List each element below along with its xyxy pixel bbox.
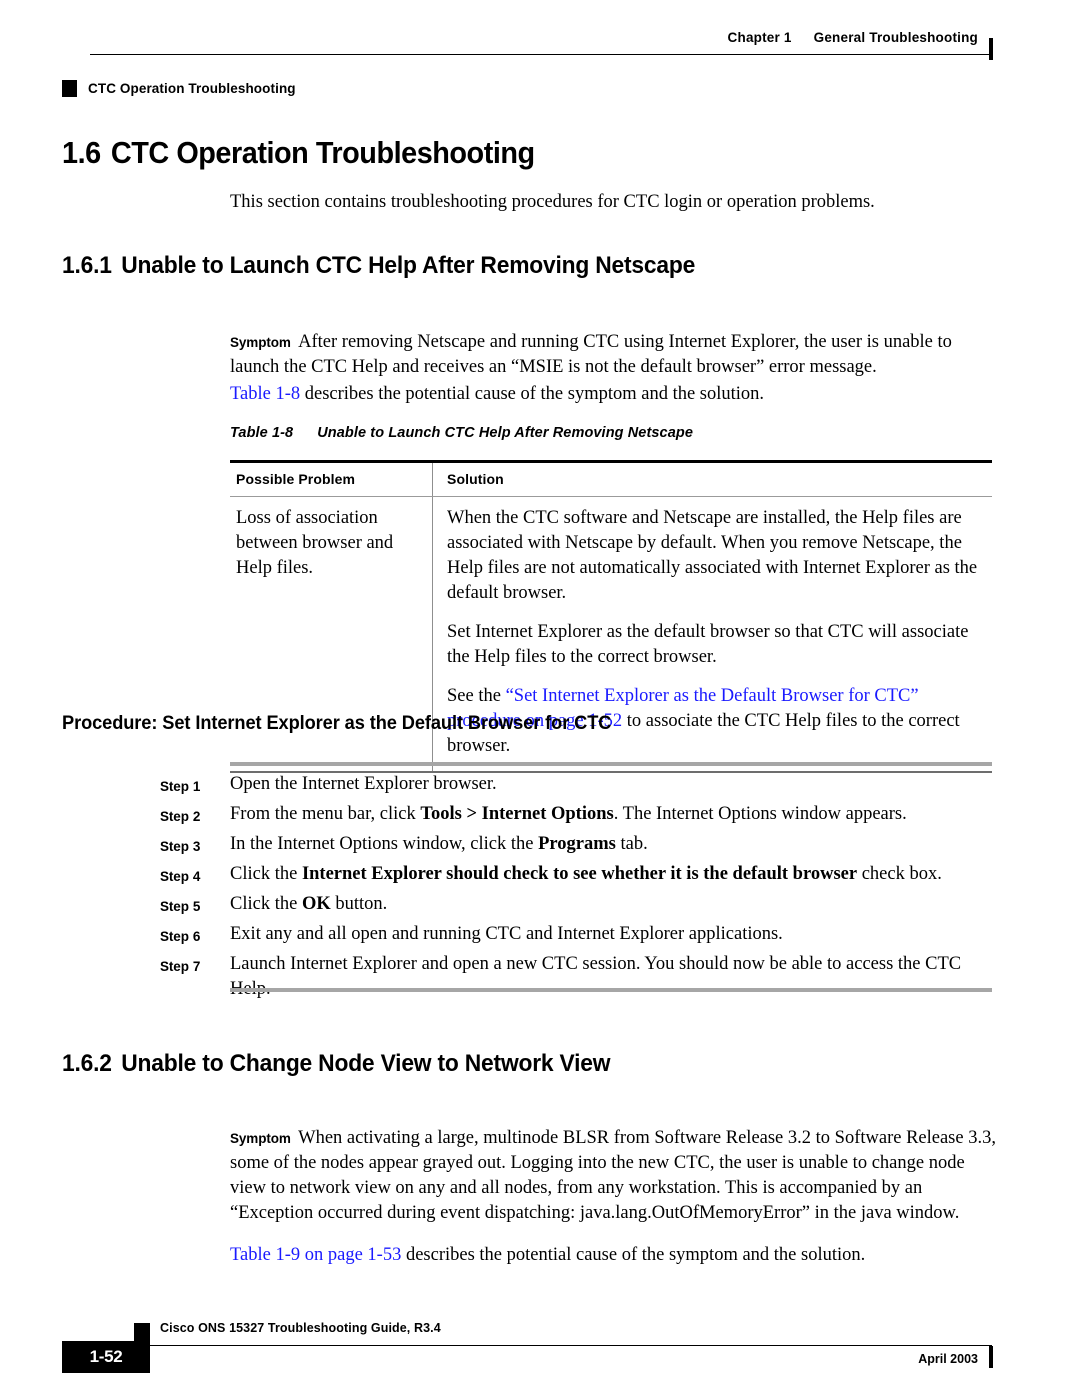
step-label-word: Step [160, 779, 189, 794]
step-2-number: 2 [192, 809, 201, 824]
section-title: CTC Operation Troubleshooting [110, 135, 535, 170]
step-5-text: Click the OK button. [230, 892, 1000, 917]
subsection-title: Unable to Launch CTC Help After Removing… [121, 252, 696, 279]
footer-page-number: 1-52 [89, 1347, 123, 1366]
section-number: 1.6 [62, 135, 101, 170]
subsection-title: Unable to Change Node View to Network Vi… [121, 1050, 611, 1077]
solution-paragraph-1: When the CTC software and Netscape are i… [447, 508, 978, 603]
step-5-label: Step 5 [160, 894, 224, 919]
table-header-row: Possible Problem Solution [230, 460, 992, 497]
step-4-part-2: Internet Explorer should check to see wh… [301, 864, 858, 884]
footer-date: April 2003 [918, 1352, 978, 1366]
subsection-heading-1-6-2: 1.6.2 Unable to Change Node View to Netwo… [62, 1050, 611, 1078]
subsection-heading-1-6-1: 1.6.1 Unable to Launch CTC Help After Rem… [62, 252, 695, 280]
step-1-text: Open the Internet Explorer browser. [230, 772, 1000, 797]
step-4-label: Step 4 [160, 864, 224, 889]
table-reference-rest: describes the potential cause of the sym… [401, 1245, 866, 1265]
step-label-word: Step [160, 959, 189, 974]
table-header: Possible Problem Solution [230, 460, 992, 497]
section-heading-1-6: 1.6 CTC Operation Troubleshooting [62, 135, 535, 171]
step-2-part-1: From the menu bar, click [230, 804, 421, 824]
symptom-label: Symptom [230, 335, 291, 350]
section-intro-paragraph: This section contains troubleshooting pr… [230, 192, 875, 212]
step-7-part-1: Launch Internet Explorer and open a new … [230, 954, 962, 999]
symptom-label: Symptom [230, 1131, 291, 1146]
table-reference-rest: describes the potential cause of the sym… [300, 384, 765, 404]
header-chapter-title: General Troubleshooting [813, 30, 978, 45]
step-1-label: Step 1 [160, 774, 224, 799]
header-square-marker-icon [62, 80, 77, 97]
step-7-number: 7 [192, 959, 201, 974]
step-label-word: Step [160, 899, 189, 914]
subsection-number: 1.6.1 [62, 252, 112, 279]
table-1-9-link[interactable]: Table 1-9 on page 1-53 [230, 1245, 401, 1265]
header-chapter-number: Chapter 1 [727, 30, 792, 45]
footer-end-bar [989, 1346, 993, 1368]
step-3-number: 3 [192, 839, 201, 854]
procedure-heading: Procedure: Set Internet Explorer as the … [62, 713, 612, 734]
step-5-part-3: button. [330, 894, 388, 914]
step-label-word: Step [160, 809, 189, 824]
table-reference-paragraph-2: Table 1-9 on page 1-53 describes the pot… [230, 1243, 1000, 1268]
step-label-word: Step [160, 869, 189, 884]
step-3-text: In the Internet Options window, click th… [230, 832, 1000, 857]
step-6-part-1: Exit any and all open and running CTC an… [230, 924, 783, 944]
step-6-number: 6 [192, 929, 201, 944]
symptom-text: When activating a large, multinode BLSR … [230, 1128, 996, 1223]
step-3-part-1: In the Internet Options window, click th… [230, 834, 539, 854]
step-5-number: 5 [192, 899, 201, 914]
step-4-part-1: Click the [230, 864, 302, 884]
step-3-part-2: Programs [538, 834, 616, 854]
solution-link-prefix: See the [447, 686, 506, 706]
page-footer: Cisco ONS 15327 Troubleshooting Guide, R… [0, 1300, 1080, 1380]
page-header: Chapter 1 General Troubleshooting CTC Ope… [0, 30, 1080, 97]
table-reference-paragraph-1: Table 1-8 describes the potential cause … [230, 382, 1000, 407]
symptom-paragraph-1: Symptom After removing Netscape and runni… [230, 330, 1000, 380]
document-page: Chapter 1 General Troubleshooting CTC Ope… [0, 0, 1080, 1397]
table-caption-number: Table 1-8 [230, 425, 294, 441]
step-6-label: Step 6 [160, 924, 224, 949]
step-7-text: Launch Internet Explorer and open a new … [230, 952, 1000, 1002]
table-1-8-link[interactable]: Table 1-8 [230, 384, 300, 404]
step-4-text: Click the Internet Explorer should check… [230, 862, 1000, 887]
header-end-bar [989, 38, 993, 60]
table-1-8-caption: Table 1-8 Unable to Launch CTC Help After… [230, 425, 693, 441]
step-4-number: 4 [192, 869, 201, 884]
header-running-title: CTC Operation Troubleshooting [88, 81, 296, 96]
symptom-paragraph-2: Symptom When activating a large, multinod… [230, 1126, 1000, 1226]
step-3-part-3: tab. [615, 834, 648, 854]
header-rule [90, 54, 992, 55]
step-4-part-3: check box. [857, 864, 942, 884]
step-7-label: Step 7 [160, 954, 224, 979]
step-1-part-1: Open the Internet Explorer browser. [230, 774, 497, 794]
procedure-rule-top [230, 762, 992, 766]
step-label-word: Step [160, 929, 189, 944]
table-caption-title: Unable to Launch CTC Help After Removing… [317, 425, 694, 441]
symptom-text: After removing Netscape and running CTC … [230, 332, 952, 377]
column-header-possible-problem: Possible Problem [230, 460, 433, 497]
footer-guide-title: Cisco ONS 15327 Troubleshooting Guide, R… [160, 1321, 441, 1335]
step-5-part-1: Click the [230, 894, 302, 914]
step-3-label: Step 3 [160, 834, 224, 859]
solution-paragraph-2: Set Internet Explorer as the default bro… [447, 622, 969, 667]
step-5-part-2: OK [301, 894, 331, 914]
subsection-number: 1.6.2 [62, 1050, 112, 1077]
header-chapter: Chapter 1 General Troubleshooting [728, 30, 978, 45]
step-2-text: From the menu bar, click Tools > Interne… [230, 802, 1000, 827]
step-2-label: Step 2 [160, 804, 224, 829]
procedure-rule-bottom [230, 988, 992, 992]
column-header-solution: Solution [432, 460, 992, 497]
step-label-word: Step [160, 839, 189, 854]
step-2-part-2: Tools > Internet Options [420, 804, 614, 824]
footer-square-marker-icon [134, 1323, 150, 1341]
step-6-text: Exit any and all open and running CTC an… [230, 922, 1000, 947]
footer-rule [134, 1345, 992, 1346]
step-2-part-3: . The Internet Options window appears. [613, 804, 907, 824]
step-1-number: 1 [192, 779, 201, 794]
